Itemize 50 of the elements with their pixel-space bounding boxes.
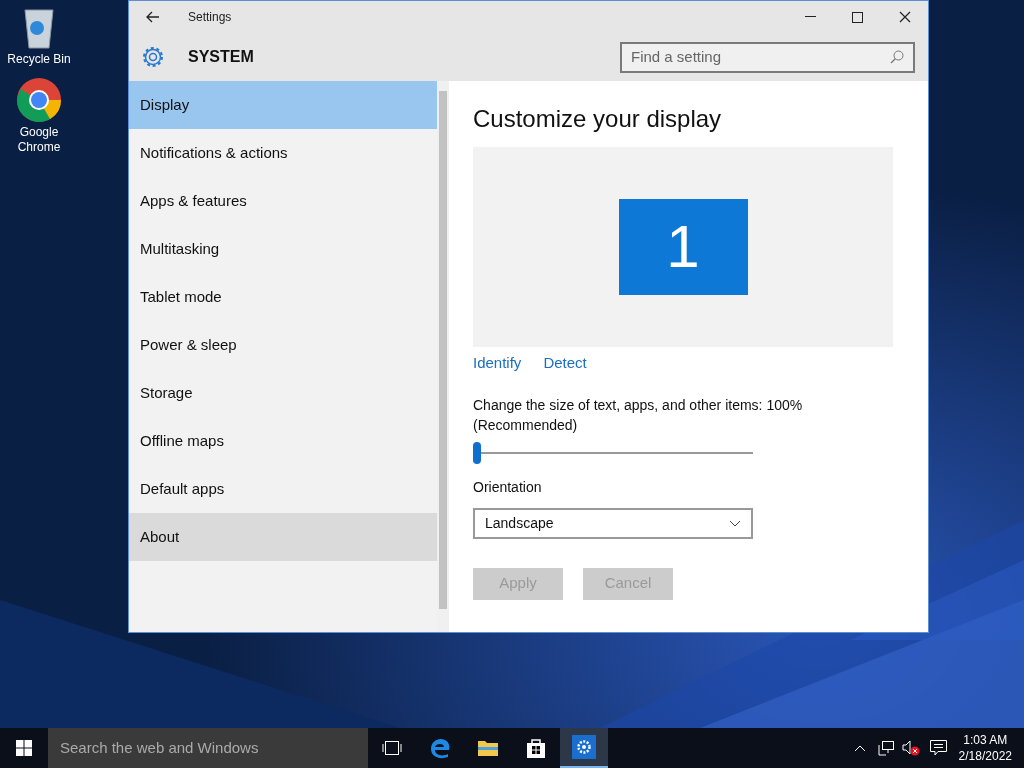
task-view-icon xyxy=(382,741,402,755)
icon-label[interactable]: Recycle Bin xyxy=(4,52,74,67)
sidebar-item[interactable]: Notifications & actions xyxy=(129,129,437,177)
sidebar-item[interactable]: Storage xyxy=(129,369,437,417)
search-input[interactable]: Search the web and Windows xyxy=(60,736,356,760)
clock[interactable]: 1:03 AM 2/18/2022 xyxy=(958,732,1012,764)
back-arrow-icon[interactable] xyxy=(146,11,160,23)
scale-label: Change the size of text, apps, and other items: 100% (Recommended) xyxy=(473,395,804,435)
monitor-tile[interactable]: 1 xyxy=(618,199,748,295)
edge-icon xyxy=(429,737,451,759)
clock-date: 2/18/2022 xyxy=(958,748,1012,764)
search-input[interactable]: Find a setting xyxy=(631,45,890,69)
scrollbar[interactable] xyxy=(437,81,449,632)
icon-label[interactable]: Google Chrome xyxy=(4,125,74,155)
search-icon[interactable] xyxy=(890,50,904,64)
settings-icon xyxy=(140,44,166,70)
sidebar-item[interactable]: Display xyxy=(129,81,437,129)
close-icon[interactable] xyxy=(899,11,911,23)
sidebar-item[interactable]: Apps & features xyxy=(129,177,437,225)
chevron-up-icon[interactable] xyxy=(853,744,866,752)
window-title: Settings xyxy=(188,9,232,26)
sidebar-item[interactable]: Power & sleep xyxy=(129,321,437,369)
link[interactable]: Detect xyxy=(543,352,587,375)
network-icon[interactable] xyxy=(877,740,894,756)
taskbar-button[interactable] xyxy=(560,728,608,768)
sidebar-item[interactable]: About xyxy=(129,513,437,561)
store-icon xyxy=(526,737,546,759)
chevron-down-icon xyxy=(729,519,741,527)
orientation-dropdown[interactable]: Landscape xyxy=(473,507,753,539)
clock-time: 1:03 AM xyxy=(963,732,1008,748)
page-heading: Customize your display xyxy=(473,104,723,134)
search-field[interactable]: Find a setting xyxy=(620,41,915,73)
sidebar-item[interactable]: Offline maps xyxy=(129,417,437,465)
folder-icon xyxy=(477,739,499,757)
sidebar-item[interactable]: Multitasking xyxy=(129,225,437,273)
minimize-icon[interactable] xyxy=(805,16,816,18)
notification-icon[interactable] xyxy=(929,740,947,756)
sidebar-item[interactable]: Tablet mode xyxy=(129,273,437,321)
maximize-icon[interactable] xyxy=(852,11,863,23)
chrome-icon[interactable] xyxy=(16,77,62,123)
slider-thumb[interactable] xyxy=(473,441,481,464)
scale-slider[interactable] xyxy=(473,440,753,465)
sidebar-item[interactable]: Default apps xyxy=(129,465,437,513)
link[interactable]: Identify xyxy=(473,352,522,375)
settings-icon xyxy=(572,735,596,759)
windows-logo-icon xyxy=(16,740,32,756)
orientation-label: Orientation xyxy=(473,477,543,497)
muted-speaker-icon[interactable] xyxy=(901,740,920,756)
taskbar-search-field[interactable]: Search the web and Windows xyxy=(48,728,368,768)
section-title: SYSTEM xyxy=(188,47,254,67)
